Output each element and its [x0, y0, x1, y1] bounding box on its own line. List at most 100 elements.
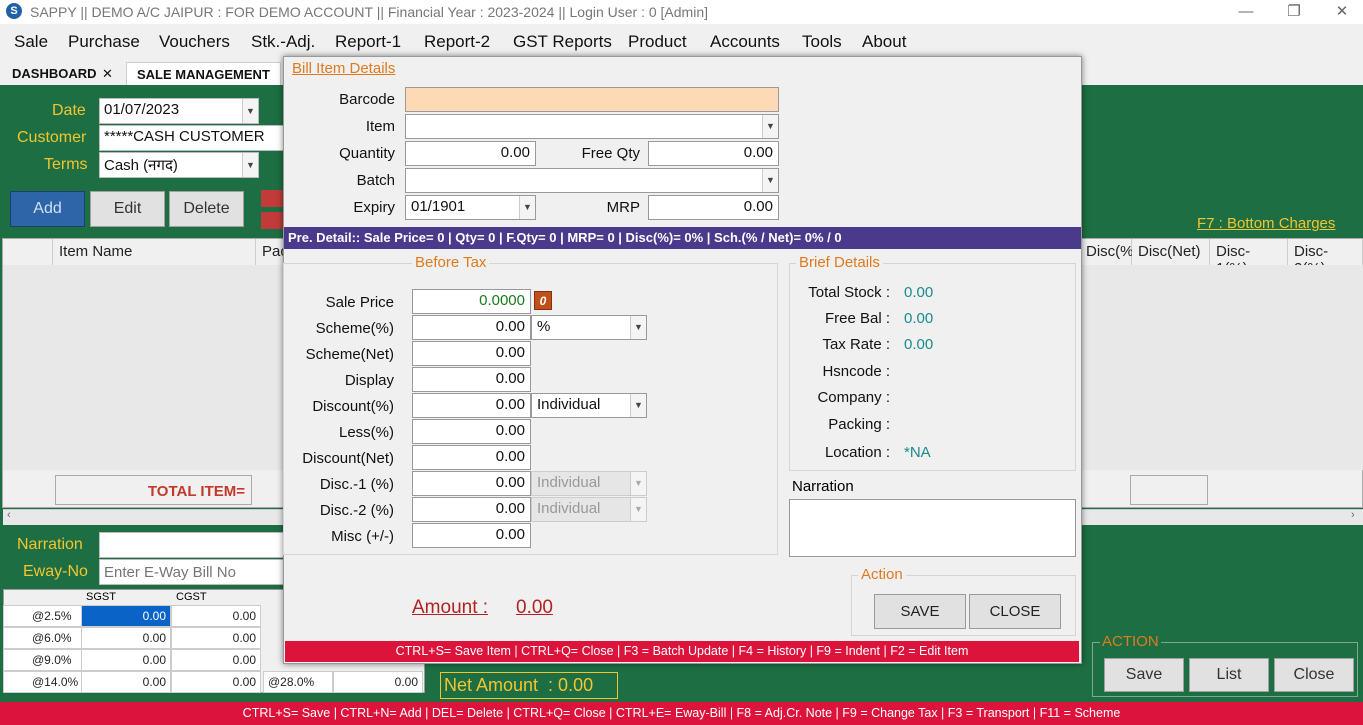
- chevron-down-icon[interactable]: ▼: [630, 394, 646, 417]
- chevron-down-icon[interactable]: ▼: [630, 316, 646, 339]
- tax-sgst-value[interactable]: 0.00: [81, 627, 171, 649]
- modal-close-button[interactable]: CLOSE: [969, 594, 1061, 629]
- batch-label: Batch: [356, 172, 395, 189]
- date-field[interactable]: 01/07/2023 ▼: [99, 98, 259, 124]
- item-label: Item: [365, 118, 395, 135]
- misc-input[interactable]: 0.00: [412, 523, 531, 548]
- tab-sale-management[interactable]: SALE MANAGEMENT: [126, 62, 281, 85]
- tax-rate: @9.0%: [3, 649, 83, 671]
- before-tax-legend: Before Tax: [412, 254, 490, 271]
- tab-dashboard[interactable]: DASHBOARD: [2, 62, 107, 85]
- free-qty-label: Free Qty: [581, 145, 640, 162]
- menu-gst-reports[interactable]: GST Reports: [513, 32, 612, 52]
- narration-input[interactable]: [99, 532, 284, 558]
- add-button[interactable]: Add: [10, 191, 85, 227]
- mrp-label: MRP: [606, 199, 640, 216]
- menu-vouchers[interactable]: Vouchers: [159, 32, 230, 52]
- brief-details-legend: Brief Details: [796, 254, 883, 271]
- col-disc-1[interactable]: Disc-1(%): [1210, 239, 1288, 277]
- terms-select[interactable]: Cash (नगद) ▼: [99, 152, 259, 178]
- menu-report-1[interactable]: Report-1: [335, 32, 401, 52]
- menu-about[interactable]: About: [862, 32, 906, 52]
- chevron-down-icon[interactable]: ▼: [519, 196, 535, 219]
- menu-report-2[interactable]: Report-2: [424, 32, 490, 52]
- tax-value-2[interactable]: 0.00: [333, 671, 423, 693]
- discount-net-input[interactable]: 0.00: [412, 445, 531, 470]
- eway-input[interactable]: [99, 559, 284, 585]
- tax-cgst-value[interactable]: 0.00: [171, 649, 261, 671]
- disc2-input[interactable]: 0.00: [412, 497, 531, 522]
- mrp-input[interactable]: 0.00: [648, 195, 779, 220]
- menu-purchase[interactable]: Purchase: [68, 32, 140, 52]
- tax-cgst-value[interactable]: 0.00: [171, 627, 261, 649]
- col-disc-pct[interactable]: Disc(%): [1080, 239, 1139, 265]
- disc1-type-select[interactable]: Individual ▼: [531, 471, 647, 496]
- free-qty-input[interactable]: 0.00: [648, 141, 779, 166]
- restore-icon[interactable]: ❐: [1284, 2, 1304, 22]
- tax-sgst-value[interactable]: 0.00: [81, 649, 171, 671]
- tax-cgst-value[interactable]: 0.00: [171, 671, 261, 693]
- scheme-type-select[interactable]: % ▼: [531, 315, 647, 340]
- menu-sale[interactable]: Sale: [14, 32, 48, 52]
- scheme-pct-input[interactable]: 0.00: [412, 315, 531, 340]
- col-disc-2[interactable]: Disc-2(%): [1288, 239, 1363, 277]
- discount-net-label: Discount(Net): [302, 450, 394, 467]
- close-button[interactable]: Close: [1274, 658, 1354, 692]
- close-window-icon[interactable]: ✕: [1332, 2, 1352, 22]
- less-pct-label: Less(%): [338, 424, 394, 441]
- menu-product[interactable]: Product: [628, 32, 687, 52]
- title-bar: S SAPPY || DEMO A/C JAIPUR : FOR DEMO AC…: [0, 0, 1363, 24]
- location-value: *NA: [904, 444, 931, 461]
- tab-close-icon[interactable]: ✕: [100, 62, 115, 85]
- chevron-left-icon[interactable]: ‹: [7, 509, 11, 521]
- disc2-type-select[interactable]: Individual ▼: [531, 497, 647, 522]
- modal-save-button[interactable]: SAVE: [874, 594, 966, 629]
- quantity-input[interactable]: 0.00: [405, 141, 536, 166]
- modal-narration-input[interactable]: [789, 499, 1076, 557]
- item-select[interactable]: ▼: [405, 114, 779, 139]
- bottom-charges-link[interactable]: F7 : Bottom Charges: [1197, 215, 1335, 232]
- total-box: [1130, 475, 1208, 505]
- list-button[interactable]: List: [1189, 658, 1269, 692]
- sale-price-input[interactable]: 0.0000: [412, 289, 531, 314]
- discount-pct-input[interactable]: 0.00: [412, 393, 531, 418]
- tax-rate: @2.5%: [3, 605, 83, 627]
- discount-type-select[interactable]: Individual ▼: [531, 393, 647, 418]
- less-pct-input[interactable]: 0.00: [412, 419, 531, 444]
- chevron-right-icon[interactable]: ›: [1351, 509, 1355, 521]
- tax-col-cgst: CGST: [176, 591, 207, 603]
- menu-stock-adjustment[interactable]: Stk.-Adj.: [251, 32, 315, 52]
- col-pac[interactable]: Pac: [256, 239, 288, 265]
- save-button[interactable]: Save: [1104, 658, 1184, 692]
- disc1-label: Disc.-1 (%): [319, 476, 394, 493]
- tax-sgst-value[interactable]: 0.00: [81, 605, 171, 627]
- customer-field[interactable]: *****CASH CUSTOMER: [99, 125, 284, 151]
- chevron-down-icon[interactable]: ▼: [630, 498, 646, 521]
- disc1-input[interactable]: 0.00: [412, 471, 531, 496]
- chevron-down-icon[interactable]: ▼: [762, 115, 778, 138]
- delete-button[interactable]: Delete: [169, 191, 244, 227]
- menu-tools[interactable]: Tools: [802, 32, 842, 52]
- tax-cgst-value[interactable]: 0.00: [171, 605, 261, 627]
- display-input[interactable]: 0.00: [412, 367, 531, 392]
- chevron-down-icon[interactable]: ▼: [630, 472, 646, 495]
- chevron-down-icon[interactable]: ▼: [762, 169, 778, 192]
- edit-button[interactable]: Edit: [90, 191, 165, 227]
- scheme-pct-label: Scheme(%): [315, 320, 394, 337]
- minimize-icon[interactable]: —: [1236, 2, 1256, 22]
- menu-accounts[interactable]: Accounts: [710, 32, 780, 52]
- barcode-input[interactable]: [405, 87, 779, 112]
- expiry-input[interactable]: 01/1901 ▼: [405, 195, 536, 220]
- narration-label: Narration: [17, 536, 83, 553]
- chevron-down-icon[interactable]: ▼: [242, 153, 258, 177]
- tax-sgst-value[interactable]: 0.00: [81, 671, 171, 693]
- col-disc-net[interactable]: Disc(Net): [1132, 239, 1210, 265]
- batch-select[interactable]: ▼: [405, 168, 779, 193]
- col-item-name[interactable]: Item Name: [53, 239, 256, 265]
- quantity-label: Quantity: [339, 145, 395, 162]
- scheme-net-input[interactable]: 0.00: [412, 341, 531, 366]
- amount-value: 0.00: [516, 597, 553, 618]
- free-bal-label: Free Bal :: [824, 310, 890, 327]
- chevron-down-icon[interactable]: ▼: [242, 99, 258, 123]
- sale-price-history-badge[interactable]: 0: [534, 291, 552, 310]
